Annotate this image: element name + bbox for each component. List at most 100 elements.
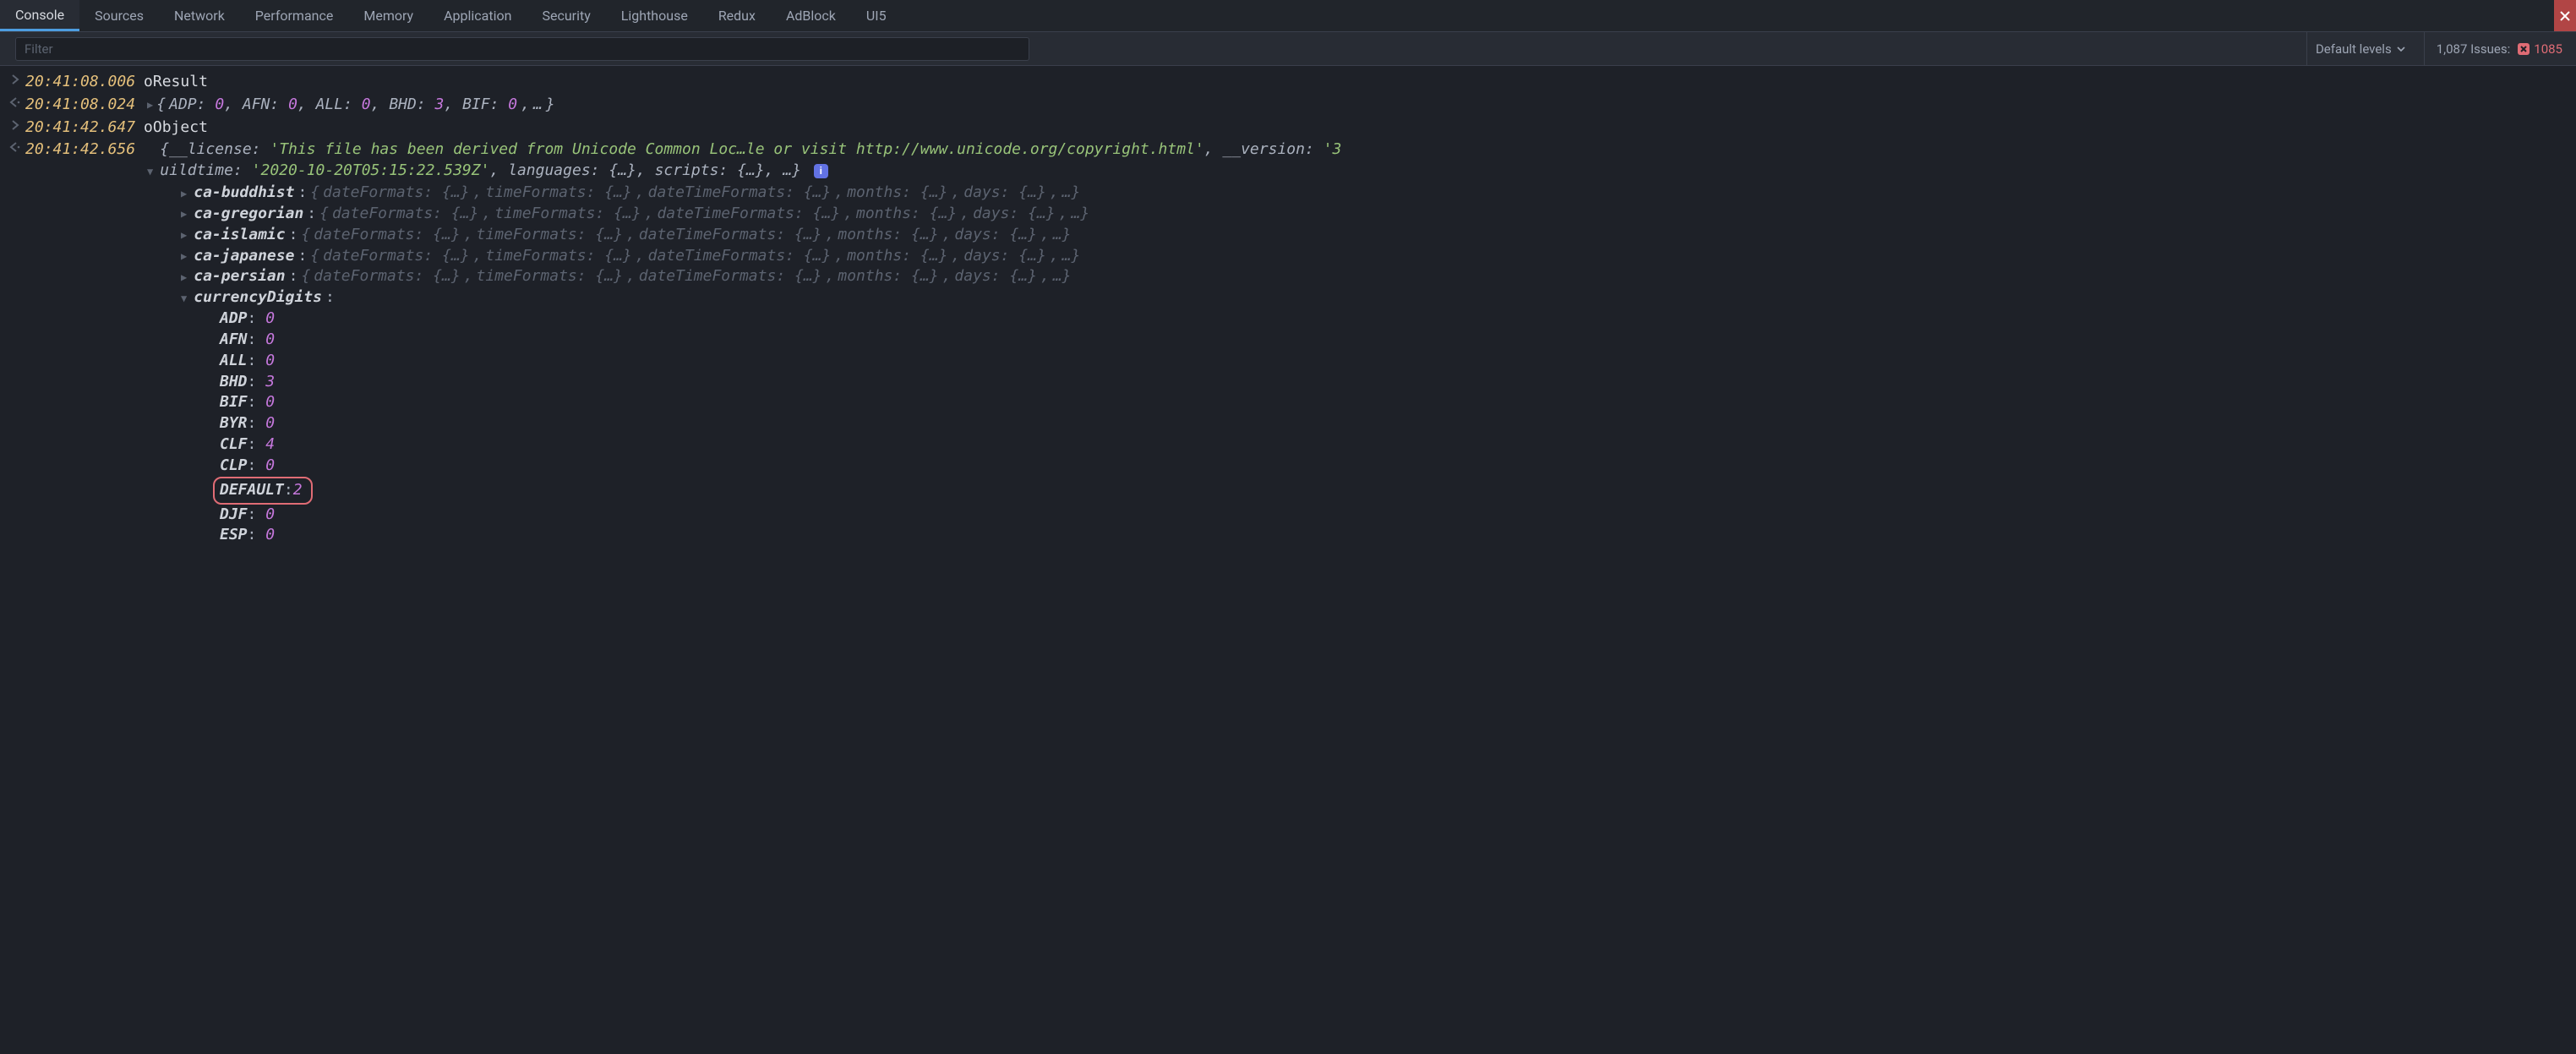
prop-key: BHD <box>220 373 248 390</box>
disclosure-triangle-icon[interactable]: ▶ <box>177 184 190 203</box>
chevron-down-icon <box>2397 41 2405 57</box>
tree-leaf: CLF: 4 <box>193 434 2576 456</box>
console-output: 20:41:08.006 oResult 20:41:08.024 ▶ {ADP… <box>0 66 2576 546</box>
object-preview[interactable]: ▼ {__license: 'This file has been derive… <box>144 139 1341 182</box>
tree-leaf: AFN: 0 <box>193 330 2576 351</box>
tab-network[interactable]: Network <box>159 0 240 31</box>
prop-key: scripts <box>655 161 719 179</box>
prop-value: 0 <box>265 309 275 327</box>
issues-counter[interactable]: 1,087 Issues: 1085 <box>2424 32 2569 65</box>
prop-key: BYR <box>220 414 248 432</box>
prop-value: 0 <box>265 352 275 369</box>
timestamp: 20:41:08.024 <box>25 95 144 116</box>
tab-performance[interactable]: Performance <box>240 0 349 31</box>
disclosure-triangle-icon[interactable]: ▶ <box>177 226 190 244</box>
expression-text: oObject <box>144 117 208 139</box>
prop-value: 0 <box>265 393 275 411</box>
prop-key: DJF <box>220 505 248 523</box>
disclosure-triangle-icon[interactable]: ▶ <box>177 247 190 265</box>
highlighted-property: DEFAULT: 2 <box>213 477 313 505</box>
close-icon[interactable] <box>2554 0 2576 31</box>
prop-key: currencyDigits <box>194 287 322 309</box>
tree-leaf: CLP: 0 <box>193 456 2576 477</box>
input-marker-icon <box>5 117 25 131</box>
tree-leaf: DJF: 0 <box>193 505 2576 526</box>
console-toolbar: Filter Default levels 1,087 Issues: 1085 <box>0 32 2576 66</box>
disclosure-triangle-icon[interactable]: ▶ <box>177 205 190 223</box>
error-count-chip: 1085 <box>2517 41 2562 57</box>
log-levels-dropdown[interactable]: Default levels <box>2306 32 2414 65</box>
disclosure-triangle-icon[interactable]: ▶ <box>144 95 156 115</box>
prop-key: ca-islamic <box>194 225 285 246</box>
prop-value: 0 <box>265 414 275 432</box>
prop-key: uildtime <box>160 161 233 179</box>
tree-node[interactable]: ▶ca-gregorian: {dateFormats: {…}, timeFo… <box>167 204 2576 225</box>
tab-lighthouse[interactable]: Lighthouse <box>606 0 703 31</box>
prop-value: 0 <box>265 330 275 348</box>
tree-leaf: BYR: 0 <box>193 413 2576 434</box>
devtools-tabstrip: ConsoleSourcesNetworkPerformanceMemoryAp… <box>0 0 2576 32</box>
prop-key: AFN <box>220 330 248 348</box>
disclosure-triangle-icon[interactable]: ▼ <box>144 161 156 182</box>
log-levels-label: Default levels <box>2316 41 2392 57</box>
info-icon[interactable]: i <box>814 164 828 178</box>
tree-node[interactable]: ▶ca-japanese: {dateFormats: {…}, timeFor… <box>167 246 2576 267</box>
tab-application[interactable]: Application <box>428 0 527 31</box>
prop-key: CLF <box>220 435 248 453</box>
error-count-value: 1085 <box>2534 41 2562 57</box>
object-preview[interactable]: {ADP: 0, AFN: 0, ALL: 0, BHD: 3, BIF: 0,… <box>156 95 554 116</box>
console-row: 20:41:42.656 ▼ {__license: 'This file ha… <box>5 139 2576 183</box>
prop-key: ESP <box>220 526 248 543</box>
prop-key: DEFAULT <box>220 480 284 501</box>
prop-value: 3 <box>265 373 275 390</box>
timestamp: 20:41:08.006 <box>25 72 144 93</box>
prop-value: '2020-10-20T05:15:22.539Z' <box>252 161 490 179</box>
tree-leaf: BIF: 0 <box>193 392 2576 413</box>
console-row: 20:41:08.006 oResult <box>5 71 2576 94</box>
prop-value: 0 <box>265 456 275 474</box>
tree-leaf: ESP: 0 <box>193 525 2576 546</box>
disclosure-triangle-icon[interactable]: ▶ <box>177 268 190 287</box>
tree-node[interactable]: ▼ currencyDigits: <box>167 287 2576 309</box>
output-marker-icon <box>5 139 25 153</box>
tree-node[interactable]: ▶ca-islamic: {dateFormats: {…}, timeForm… <box>167 225 2576 246</box>
disclosure-triangle-icon[interactable]: ▼ <box>177 288 190 309</box>
prop-value: 4 <box>265 435 275 453</box>
tab-console[interactable]: Console <box>0 0 79 31</box>
console-row: 20:41:08.024 ▶ {ADP: 0, AFN: 0, ALL: 0, … <box>5 94 2576 117</box>
tree-node[interactable]: ▶ca-persian: {dateFormats: {…}, timeForm… <box>167 266 2576 287</box>
prop-key: CLP <box>220 456 248 474</box>
prop-key: BIF <box>220 393 248 411</box>
prop-key: ca-gregorian <box>194 204 303 225</box>
prop-key: ALL <box>220 352 248 369</box>
prop-value: 0 <box>265 505 275 523</box>
timestamp: 20:41:42.647 <box>25 117 144 139</box>
tab-adblock[interactable]: AdBlock <box>771 0 851 31</box>
issues-label: 1,087 Issues: <box>2437 41 2511 57</box>
output-marker-icon <box>5 95 25 108</box>
tab-ui5[interactable]: UI5 <box>851 0 902 31</box>
prop-key: ca-japanese <box>194 246 294 267</box>
prop-key: languages <box>508 161 591 179</box>
prop-key: ca-buddhist <box>194 183 294 204</box>
prop-value: '3 <box>1323 140 1342 158</box>
prop-key: ADP <box>220 309 248 327</box>
object-tree: ▶ca-buddhist: {dateFormats: {…}, timeFor… <box>5 183 2576 546</box>
timestamp: 20:41:42.656 <box>25 139 144 161</box>
prop-key: ca-persian <box>194 266 285 287</box>
tree-leaf: BHD: 3 <box>193 372 2576 393</box>
tab-security[interactable]: Security <box>527 0 605 31</box>
tree-leaf: DEFAULT: 2 <box>193 477 2576 505</box>
expression-text: oResult <box>144 72 208 93</box>
tab-sources[interactable]: Sources <box>79 0 159 31</box>
tab-redux[interactable]: Redux <box>703 0 771 31</box>
prop-value: 2 <box>293 480 303 501</box>
prop-key: __license <box>169 140 252 158</box>
console-row: 20:41:42.647 oObject <box>5 117 2576 139</box>
tree-leaf: ADP: 0 <box>193 309 2576 330</box>
tree-node[interactable]: ▶ca-buddhist: {dateFormats: {…}, timeFor… <box>167 183 2576 204</box>
input-marker-icon <box>5 72 25 85</box>
tab-memory[interactable]: Memory <box>348 0 428 31</box>
filter-input[interactable]: Filter <box>15 37 1029 61</box>
tree-leaf: ALL: 0 <box>193 351 2576 372</box>
